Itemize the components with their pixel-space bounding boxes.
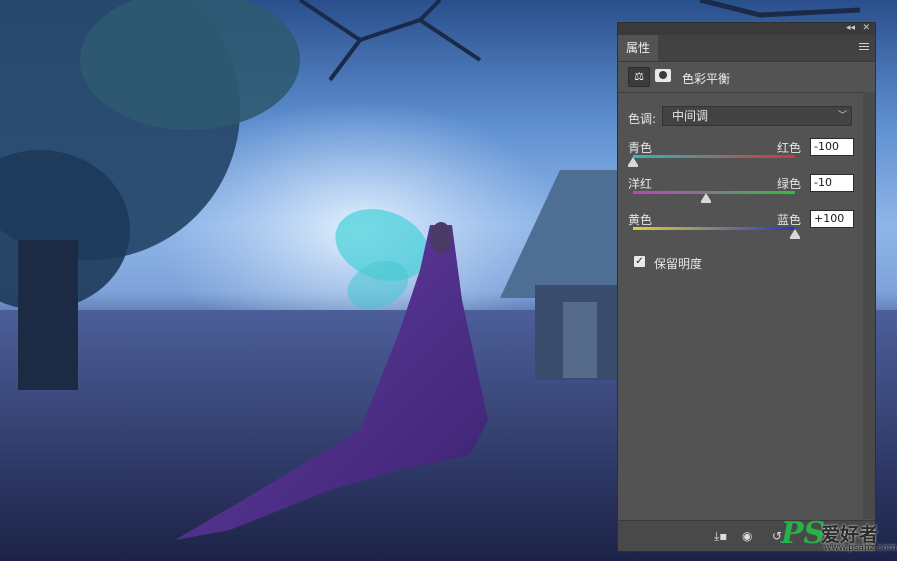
panel-menu-icon[interactable] [859, 43, 869, 52]
collapse-icon[interactable]: ◂◂ [846, 22, 855, 34]
slider-value-input[interactable]: -100 [810, 138, 854, 156]
watermark-url: www.psahz.com [824, 543, 897, 553]
panel-titlebar: ◂◂ ✕ [618, 23, 875, 35]
panel-scrollbar[interactable] [863, 92, 875, 519]
preserve-luminosity-checkbox[interactable]: ✓ [634, 256, 645, 267]
chevron-down-icon: ﹀ [837, 111, 847, 121]
clip-to-layer-icon[interactable]: ⤓▪ [714, 529, 727, 544]
panel-tab-row: 属性 [618, 35, 875, 62]
cyan-red-slider: 青色 红色 -100 [628, 138, 868, 173]
magenta-green-slider: 洋红 绿色 -10 [628, 174, 868, 209]
slider-track[interactable] [633, 191, 795, 194]
slider-right-label: 绿色 [777, 177, 802, 191]
tone-select[interactable]: 中间调 ﹀ [662, 106, 852, 126]
slider-right-label: 蓝色 [777, 213, 802, 227]
tone-select-value: 中间调 [672, 109, 709, 123]
slider-thumb[interactable] [628, 157, 638, 167]
slider-thumb[interactable] [790, 229, 800, 239]
slider-value-input[interactable]: -10 [810, 174, 854, 192]
adjustment-title: 色彩平衡 [682, 72, 731, 86]
tab-properties[interactable]: 属性 [618, 35, 658, 61]
slider-left-label: 青色 [628, 141, 653, 155]
slider-left-label: 洋红 [628, 177, 653, 191]
slider-value-input[interactable]: +100 [810, 210, 854, 228]
adjustment-header: ⚖ 色彩平衡 [618, 62, 875, 93]
tone-label: 色调: [628, 112, 657, 126]
slider-right-label: 红色 [777, 141, 802, 155]
slider-thumb[interactable] [700, 193, 711, 203]
slider-left-label: 黄色 [628, 213, 653, 227]
balance-scale-icon[interactable]: ⚖ [628, 67, 650, 87]
preserve-luminosity-label: 保留明度 [654, 257, 703, 271]
properties-panel: ◂◂ ✕ 属性 ⚖ 色彩平衡 色调: 中间调 ﹀ 青色 红色 -100 洋红 绿… [617, 22, 876, 552]
slider-track[interactable] [633, 227, 795, 230]
yellow-blue-slider: 黄色 蓝色 +100 [628, 210, 868, 245]
slider-track[interactable] [633, 155, 795, 158]
visibility-icon[interactable]: ◉ [742, 529, 752, 543]
watermark-logo: PS [781, 516, 826, 551]
layer-mask-icon[interactable] [655, 69, 671, 82]
tone-row: 色调: 中间调 ﹀ [628, 106, 856, 128]
close-icon[interactable]: ✕ [862, 22, 870, 34]
